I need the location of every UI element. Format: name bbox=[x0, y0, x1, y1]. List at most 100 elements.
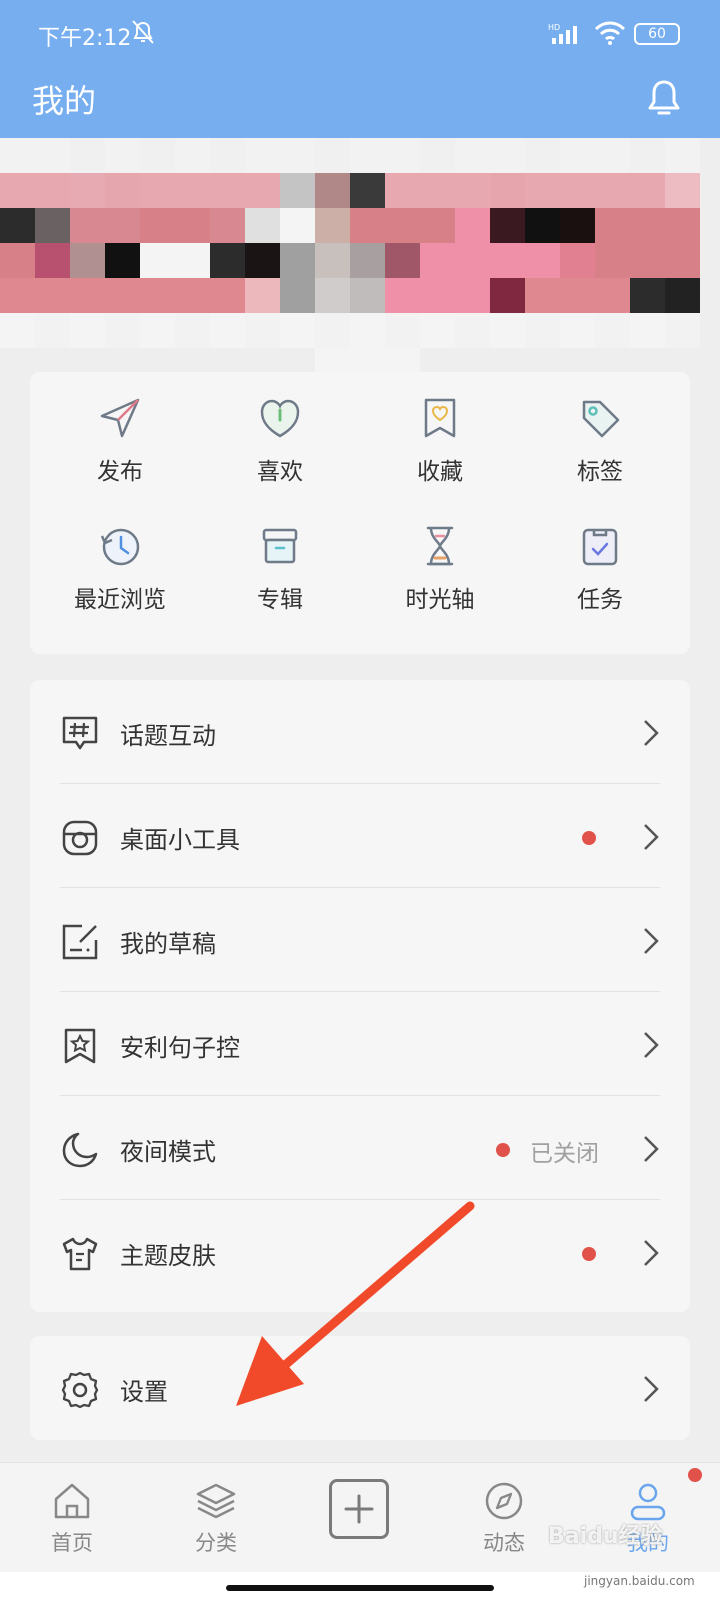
bell-icon[interactable] bbox=[644, 76, 684, 118]
shortcut-publish[interactable]: 发布 bbox=[40, 394, 200, 514]
mosaic-cell bbox=[245, 243, 280, 278]
mosaic-cell bbox=[175, 208, 210, 243]
mosaic-cell bbox=[315, 313, 350, 348]
network-label: HD bbox=[548, 23, 560, 32]
chevron-right-icon bbox=[644, 720, 659, 746]
nav-feed[interactable]: 动态 bbox=[454, 1479, 554, 1557]
mosaic-cell bbox=[525, 243, 560, 278]
shortcuts-card: 发布 喜欢 收藏 标签 最近浏览 专辑 时光轴 任务 bbox=[30, 372, 690, 654]
album-box-icon bbox=[262, 528, 298, 564]
menu-item-widget[interactable]: 桌面小工具 bbox=[30, 784, 690, 888]
chevron-right-icon bbox=[644, 928, 659, 954]
user-icon bbox=[630, 1483, 666, 1521]
draft-edit-icon bbox=[62, 924, 98, 960]
mosaic-cell bbox=[490, 278, 525, 313]
mosaic-cell bbox=[140, 138, 175, 173]
top-header: 下午2:12 HD 60 我的 bbox=[0, 0, 720, 138]
mosaic-cell bbox=[140, 243, 175, 278]
mosaic-cell bbox=[420, 313, 455, 348]
bottom-nav: 首页 分类 动态 我的 bbox=[0, 1462, 720, 1572]
mosaic-cell bbox=[280, 173, 315, 208]
mosaic-cell bbox=[315, 138, 350, 173]
chevron-right-icon bbox=[644, 1136, 659, 1162]
mosaic-cell bbox=[210, 138, 245, 173]
mosaic-cell bbox=[175, 313, 210, 348]
mosaic-cell bbox=[420, 138, 455, 173]
mosaic-cell bbox=[595, 278, 630, 313]
mosaic-cell bbox=[210, 173, 245, 208]
mosaic-cell bbox=[70, 243, 105, 278]
page-title: 我的 bbox=[32, 82, 97, 120]
battery-indicator: 60 bbox=[634, 23, 680, 45]
mute-bell-icon bbox=[132, 20, 154, 44]
mosaic-cell bbox=[105, 313, 140, 348]
mosaic-cell bbox=[385, 313, 420, 348]
mosaic-cell bbox=[490, 173, 525, 208]
home-indicator[interactable] bbox=[226, 1585, 494, 1591]
menu-item-recommend[interactable]: 安利句子控 bbox=[30, 992, 690, 1096]
widget-icon bbox=[62, 820, 98, 856]
mosaic-cell bbox=[455, 173, 490, 208]
shortcut-like[interactable]: 喜欢 bbox=[200, 394, 360, 514]
mosaic-cell bbox=[420, 208, 455, 243]
hashtag-icon bbox=[62, 716, 98, 750]
mosaic-cell bbox=[35, 243, 70, 278]
mosaic-cell bbox=[70, 138, 105, 173]
mosaic-cell bbox=[70, 208, 105, 243]
tshirt-icon bbox=[62, 1237, 98, 1271]
red-dot-badge bbox=[582, 831, 596, 845]
compass-icon bbox=[485, 1482, 523, 1520]
menu-item-settings[interactable]: 设置 bbox=[30, 1336, 690, 1440]
shortcut-task[interactable]: 任务 bbox=[520, 522, 680, 642]
mosaic-cell bbox=[0, 208, 35, 243]
mosaic-cell bbox=[525, 173, 560, 208]
chevron-right-icon bbox=[644, 1240, 659, 1266]
hourglass-icon bbox=[426, 526, 454, 566]
mosaic-cell bbox=[525, 208, 560, 243]
task-clipboard-icon bbox=[582, 528, 618, 566]
menu-item-theme[interactable]: 主题皮肤 bbox=[30, 1200, 690, 1304]
mosaic-cell bbox=[455, 208, 490, 243]
menu-card: 话题互动 桌面小工具 我的草稿 安利句子控 夜间模式 已关闭 主题皮肤 bbox=[30, 680, 690, 1312]
profile-mosaic[interactable] bbox=[0, 138, 720, 388]
mosaic-cell bbox=[630, 173, 665, 208]
add-icon bbox=[344, 1494, 374, 1524]
menu-item-night-mode[interactable]: 夜间模式 已关闭 bbox=[30, 1096, 690, 1200]
status-bar: 下午2:12 HD 60 bbox=[0, 0, 720, 70]
menu-item-topic[interactable]: 话题互动 bbox=[30, 680, 690, 784]
mosaic-cell bbox=[140, 313, 175, 348]
nav-add-button[interactable] bbox=[329, 1479, 389, 1539]
mosaic-cell bbox=[455, 313, 490, 348]
signal-icon: HD bbox=[548, 23, 577, 44]
mosaic-cell bbox=[630, 243, 665, 278]
mosaic-cell bbox=[455, 278, 490, 313]
mosaic-cell bbox=[35, 208, 70, 243]
mosaic-cell bbox=[35, 138, 70, 173]
shortcut-timeline[interactable]: 时光轴 bbox=[360, 522, 520, 642]
chevron-right-icon bbox=[644, 1376, 659, 1402]
nav-category[interactable]: 分类 bbox=[166, 1479, 266, 1557]
wifi-icon bbox=[594, 21, 626, 45]
shortcut-favorite[interactable]: 收藏 bbox=[360, 394, 520, 514]
shortcut-history[interactable]: 最近浏览 bbox=[40, 522, 200, 642]
mosaic-cell bbox=[35, 313, 70, 348]
mosaic-cell bbox=[105, 173, 140, 208]
mosaic-cell bbox=[0, 138, 35, 173]
mosaic-cell bbox=[175, 138, 210, 173]
mosaic-cell bbox=[525, 278, 560, 313]
shortcut-album[interactable]: 专辑 bbox=[200, 522, 360, 642]
mosaic-cell bbox=[280, 138, 315, 173]
gear-icon bbox=[61, 1371, 99, 1409]
shortcut-tag[interactable]: 标签 bbox=[520, 394, 680, 514]
mosaic-cell bbox=[350, 173, 385, 208]
chevron-right-icon bbox=[644, 824, 659, 850]
nav-home[interactable]: 首页 bbox=[22, 1479, 122, 1557]
mosaic-cell bbox=[0, 313, 35, 348]
mosaic-cell bbox=[665, 278, 700, 313]
mosaic-cell bbox=[245, 173, 280, 208]
heart-shield-icon bbox=[260, 399, 300, 438]
mosaic-cell bbox=[420, 278, 455, 313]
mosaic-cell bbox=[490, 138, 525, 173]
mosaic-cell bbox=[350, 208, 385, 243]
menu-item-drafts[interactable]: 我的草稿 bbox=[30, 888, 690, 992]
